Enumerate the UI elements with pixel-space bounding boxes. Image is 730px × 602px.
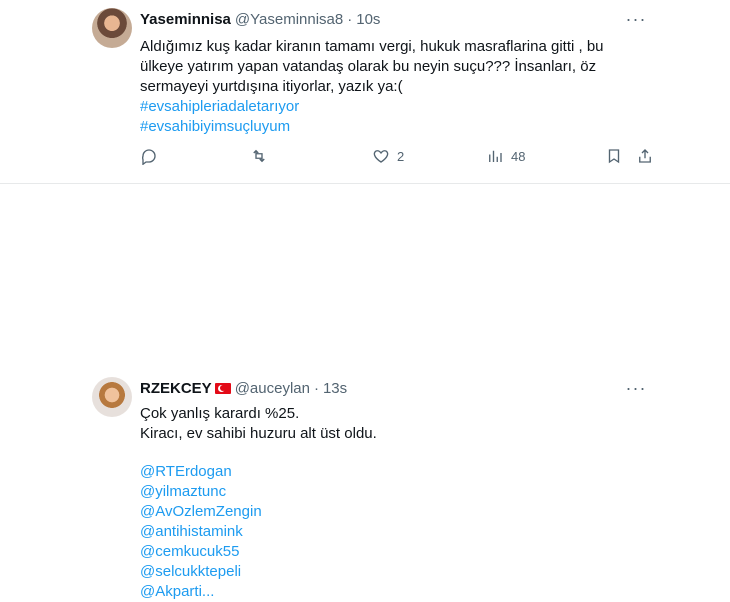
retweet-icon: [253, 149, 265, 163]
mention-link[interactable]: @AvOzlemZengin: [140, 502, 640, 522]
tweet-text-line: Kiracı, ev sahibi huzuru alt üst oldu.: [140, 425, 377, 442]
mention-link[interactable]: @yilmaztunc: [140, 482, 640, 502]
user-handle[interactable]: @Yaseminnisa8: [235, 11, 343, 28]
share-button[interactable]: [636, 146, 654, 166]
tweet-text-line: ülkeye yatırım yapan vatandaş olarak bu …: [140, 58, 597, 75]
bookmark-icon: [608, 149, 620, 164]
avatar[interactable]: [92, 377, 132, 417]
turkey-flag-icon: [214, 382, 231, 394]
more-options-icon[interactable]: ···: [624, 10, 648, 30]
text-spacer: [140, 444, 640, 462]
mention-link[interactable]: @Akparti...: [140, 582, 640, 602]
tweet-text-line: Aldığımız kuş kadar kiranın tamamı vergi…: [140, 38, 604, 55]
views-count: 48: [511, 148, 526, 164]
tweet-rzekcey[interactable]: RZEKCEY @auceylan · 13s ··· Çok yanlış k…: [0, 184, 730, 600]
tweet-yaseminnisa[interactable]: Yaseminnisa @Yaseminnisa8 · 10s ··· Aldı…: [0, 0, 730, 184]
separator-dot: ·: [347, 10, 353, 28]
tweet-actions: 2 48: [140, 146, 660, 166]
tweet-header: Yaseminnisa @Yaseminnisa8 · 10s: [140, 9, 380, 29]
heart-icon: [373, 150, 389, 163]
like-button[interactable]: 2: [372, 146, 404, 166]
separator-dot: ·: [313, 379, 319, 397]
views-button[interactable]: 48: [486, 146, 525, 166]
avatar[interactable]: [92, 8, 132, 48]
views-chart-icon: [489, 150, 502, 162]
tweet-header: RZEKCEY @auceylan · 13s: [140, 378, 347, 398]
reply-icon: [142, 149, 156, 165]
like-count: 2: [397, 148, 405, 164]
more-options-icon[interactable]: ···: [624, 379, 648, 399]
reply-button[interactable]: [140, 146, 158, 166]
tweet-text: Çok yanlış karardı %25. Kiracı, ev sahib…: [140, 404, 640, 602]
bookmark-button[interactable]: [605, 146, 623, 166]
mention-link[interactable]: @cemkucuk55: [140, 542, 640, 562]
mention-link[interactable]: @antihistamink: [140, 522, 640, 542]
tweet-time[interactable]: 13s: [323, 380, 347, 397]
share-icon: [639, 149, 651, 163]
display-name[interactable]: Yaseminnisa: [140, 11, 231, 28]
display-name[interactable]: RZEKCEY: [140, 380, 212, 397]
mention-link[interactable]: @RTErdogan: [140, 462, 640, 482]
tweet-time[interactable]: 10s: [356, 11, 380, 28]
retweet-button[interactable]: [250, 146, 268, 166]
tweet-text: Aldığımız kuş kadar kiranın tamamı vergi…: [140, 37, 660, 137]
hashtag-link[interactable]: #evsahibiyimsuçluyum: [140, 117, 660, 137]
hashtag-link[interactable]: #evsahipleriadaletarıyor: [140, 97, 660, 117]
tweet-text-line: Çok yanlış karardı %25.: [140, 405, 300, 422]
user-handle[interactable]: @auceylan: [235, 380, 310, 397]
mention-link[interactable]: @selcukktepeli: [140, 562, 640, 582]
tweet-text-line: sermayeyi yurtdışına itiyorlar, yazık ya…: [140, 78, 403, 95]
